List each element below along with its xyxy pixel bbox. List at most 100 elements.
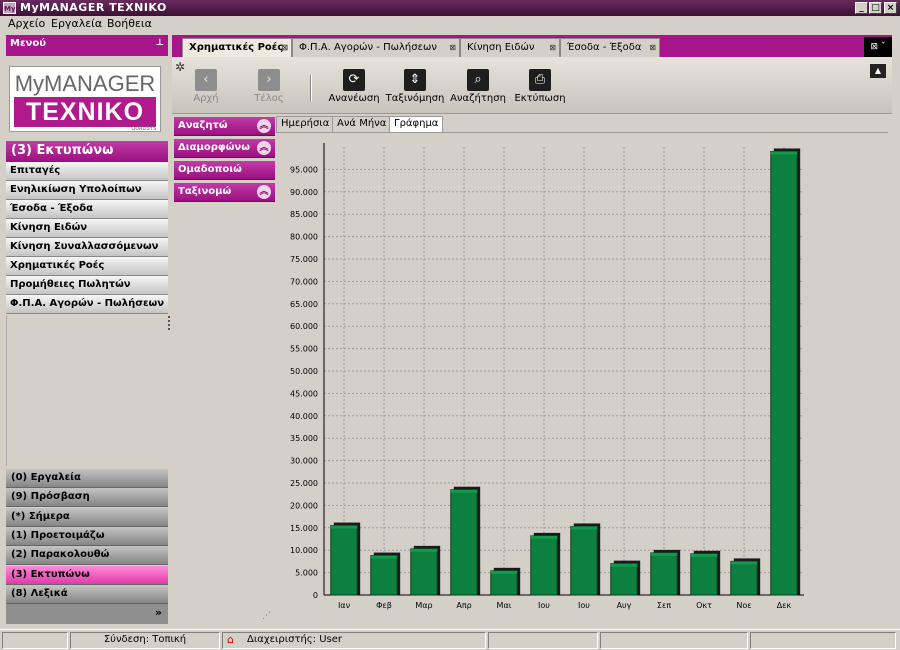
logo-line2: TEXNIKO	[14, 97, 156, 127]
bar	[610, 563, 638, 596]
logo: MyMANAGER TEXNIKO QUALISYS	[9, 66, 161, 132]
double-chevron-up-icon[interactable]: ︽	[257, 119, 271, 133]
tab-vat[interactable]: Φ.Π.Α. Αγορών - Πωλήσεων ⊠	[292, 38, 460, 57]
logo-tag: QUALISYS	[131, 126, 156, 132]
y-tick-label: 90.000	[290, 188, 318, 197]
close-icon[interactable]: ⊠	[649, 43, 656, 52]
bar	[530, 535, 558, 596]
close-button[interactable]: ×	[884, 2, 897, 14]
close-icon[interactable]: ⊠	[449, 43, 456, 52]
sort-button[interactable]: ⇕ Ταξινόμηση	[385, 69, 445, 104]
button-label: Ανανέωση	[328, 93, 380, 104]
filter-format[interactable]: Διαμορφώνω ︽	[174, 139, 275, 158]
status-cell-empty	[600, 632, 748, 649]
button-label: Ταξινόμηση	[385, 93, 445, 104]
logo-line1: MyMANAGER	[14, 71, 156, 96]
double-chevron-up-icon[interactable]: ︽	[257, 185, 271, 199]
bar	[730, 560, 758, 596]
collapse-up-button[interactable]: ▲	[870, 64, 886, 78]
bar	[570, 525, 598, 596]
status-cell-empty	[488, 632, 598, 649]
bar	[490, 570, 518, 596]
y-tick-label: 55.000	[290, 345, 318, 354]
button-label: Αναζήτηση	[450, 93, 506, 104]
bar	[690, 553, 718, 596]
print-button[interactable]: ⎙ Εκτύπωση	[510, 69, 570, 104]
refresh-icon: ⟳	[343, 69, 365, 91]
nav-item[interactable]: Χρηματικές Ροές	[6, 257, 168, 276]
nav-item[interactable]: Έσοδα - Έξοδα	[6, 200, 168, 219]
gear-icon[interactable]: ✲	[175, 60, 185, 74]
maximize-button[interactable]: □	[869, 2, 882, 14]
search-icon: ⌕	[467, 69, 489, 91]
tab-cash-flows[interactable]: Χρηματικές Ροές ⊠	[182, 38, 292, 57]
subtab-chart[interactable]: Γράφημα	[389, 116, 444, 132]
y-tick-label: 10.000	[290, 546, 318, 555]
bar	[450, 489, 478, 596]
x-tick-label: Αυγ	[617, 601, 632, 610]
subtab-daily[interactable]: Ημερήσια	[276, 116, 335, 132]
section-title: (3) Εκτυπώνω	[6, 141, 168, 162]
module-print[interactable]: (3) Εκτυπώνω	[6, 566, 168, 585]
status-user: ⌂ Διαχειριστής: User	[222, 632, 486, 649]
double-chevron-up-icon[interactable]: ︽	[257, 141, 271, 155]
filter-sort[interactable]: Ταξινομώ ︽	[174, 183, 275, 202]
resize-grip[interactable]: ⋰	[262, 611, 274, 623]
menu-help[interactable]: Βοήθεια	[107, 17, 152, 30]
filter-group[interactable]: Ομαδοποιώ	[174, 161, 275, 180]
menu-file[interactable]: Αρχείο	[8, 17, 45, 30]
left-panel-header: Μενού ⊥	[6, 35, 168, 56]
search-button[interactable]: ⌕ Αναζήτηση	[448, 69, 508, 104]
y-tick-label: 5.000	[295, 569, 318, 578]
nav-item[interactable]: Κίνηση Ειδών	[6, 219, 168, 238]
subtab-monthly[interactable]: Ανά Μήνα	[332, 116, 392, 132]
nav-item[interactable]: Επιταγές	[6, 162, 168, 181]
menu-tools[interactable]: Εργαλεία	[51, 17, 102, 30]
tab-label: Φ.Π.Α. Αγορών - Πωλήσεων	[299, 42, 437, 53]
title-bar: My MyMANAGER TEXNIKO _ □ ×	[0, 0, 900, 16]
module-monitor[interactable]: (2) Παρακολουθώ	[6, 546, 168, 565]
status-connection: Σύνδεση: Τοπική	[70, 632, 220, 649]
close-icon[interactable]: ⊠	[549, 43, 556, 52]
last-record-button[interactable]: › Τέλος	[239, 69, 299, 104]
nav-item[interactable]: Κίνηση Συναλλασσόμενων	[6, 238, 168, 257]
module-tools[interactable]: (0) Εργαλεία	[6, 469, 168, 488]
chevron-left-icon: ‹	[195, 69, 217, 91]
refresh-button[interactable]: ⟳ Ανανέωση	[324, 69, 384, 104]
tab-item-movement[interactable]: Κίνηση Ειδών ⊠	[460, 38, 560, 57]
x-tick-label: Ιαν	[338, 601, 351, 610]
tab-menu-button[interactable]: ⊠ ˇ	[864, 37, 892, 57]
tab-label: Χρηματικές Ροές	[189, 42, 284, 53]
pin-icon[interactable]: ⊥	[156, 38, 164, 48]
bar-top	[730, 561, 758, 565]
toolbar: ‹ Αρχή › Τέλος ⟳ Ανανέωση ⇕ Ταξινόμηση ⌕…	[172, 57, 892, 114]
close-icon[interactable]: ⊠	[281, 43, 288, 52]
first-record-button[interactable]: ‹ Αρχή	[176, 69, 236, 104]
filter-label: Ταξινομώ	[178, 186, 232, 197]
status-bar: Σύνδεση: Τοπική ⌂ Διαχειριστής: User	[0, 629, 900, 650]
tab-bar: Χρηματικές Ροές ⊠ Φ.Π.Α. Αγορών - Πωλήσεω…	[172, 35, 892, 57]
button-label: Εκτύπωση	[514, 93, 566, 104]
splitter-grip[interactable]	[168, 316, 172, 330]
nav-item[interactable]: Ενηλικίωση Υπολοίπων	[6, 181, 168, 200]
x-tick-label: Μαι	[497, 601, 512, 610]
status-cell-empty	[750, 632, 896, 649]
y-tick-label: 45.000	[290, 389, 318, 398]
bar-top	[450, 489, 478, 493]
module-access[interactable]: (9) Πρόσβαση	[6, 488, 168, 507]
tab-income-expenses[interactable]: Έσοδα - Έξοδα ⊠	[560, 38, 660, 57]
module-dictionaries[interactable]: (8) Λεξικά	[6, 585, 168, 604]
filter-search[interactable]: Αναζητώ ︽	[174, 117, 275, 136]
module-today[interactable]: (*) Σήμερα	[6, 508, 168, 527]
status-user-text: Διαχειριστής: User	[247, 634, 343, 645]
bar	[410, 548, 438, 596]
y-tick-label: 25.000	[290, 479, 318, 488]
minimize-button[interactable]: _	[855, 2, 868, 14]
nav-item[interactable]: Προμήθειες Πωλητών	[6, 276, 168, 295]
nav-item[interactable]: Φ.Π.Α. Αγορών - Πωλήσεων	[6, 295, 168, 314]
menu-bar: Αρχείο Εργαλεία Βοήθεια	[0, 16, 900, 33]
bar	[370, 555, 398, 596]
more-modules-button[interactable]: »	[6, 604, 168, 624]
double-chevron-down-icon: »	[154, 606, 162, 619]
module-prepare[interactable]: (1) Προετοιμάζω	[6, 527, 168, 546]
